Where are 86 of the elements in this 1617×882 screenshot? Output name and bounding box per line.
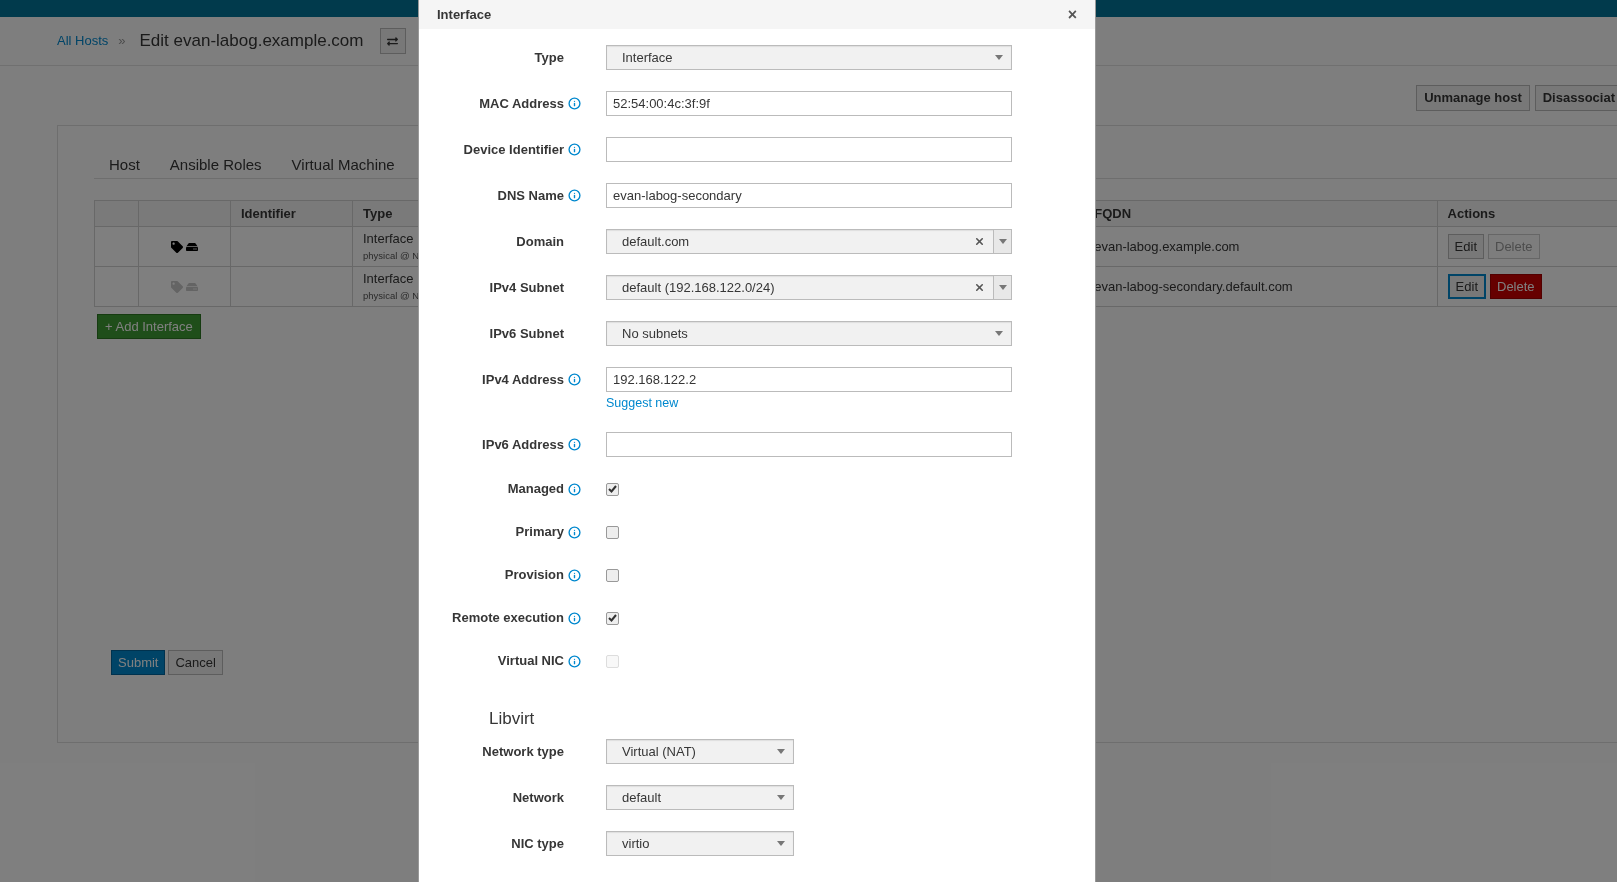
table-cell: evan-labog-secondary.default.com bbox=[1094, 278, 1293, 294]
field-label: Primary bbox=[515, 523, 564, 542]
checkbox[interactable] bbox=[606, 611, 619, 625]
field-label: NIC type bbox=[511, 834, 564, 853]
select-field[interactable]: default (192.168.122.0/24) bbox=[606, 275, 1012, 300]
info-icon[interactable] bbox=[568, 438, 581, 451]
clear-icon[interactable] bbox=[974, 236, 985, 247]
field-label: IPv4 Subnet bbox=[489, 278, 564, 297]
info-icon[interactable] bbox=[568, 525, 581, 539]
info-icon[interactable] bbox=[568, 373, 581, 386]
field-label: Type bbox=[534, 48, 564, 67]
text-field[interactable]: 52:54:00:4c:3f:9f bbox=[606, 91, 1012, 116]
tab[interactable]: Virtual Machine bbox=[291, 152, 395, 179]
text-field[interactable] bbox=[606, 137, 1012, 162]
table-cell: evan-labog.example.com bbox=[1094, 238, 1240, 254]
form-button[interactable]: Cancel bbox=[168, 650, 223, 675]
edit-button[interactable]: Edit bbox=[1447, 274, 1486, 299]
field-label: MAC Address bbox=[479, 94, 564, 113]
select-field[interactable]: virtio bbox=[606, 831, 794, 856]
caret-icon bbox=[777, 841, 785, 846]
caret-icon bbox=[777, 795, 785, 800]
checkbox[interactable] bbox=[606, 525, 619, 539]
text-field[interactable]: evan-labog-secondary bbox=[606, 183, 1012, 208]
info-icon[interactable] bbox=[568, 568, 581, 582]
hard-drive-icon bbox=[186, 240, 199, 253]
type-detail: physical @ N bbox=[363, 289, 419, 303]
field-label: Device Identifier bbox=[463, 140, 564, 159]
delete-button[interactable]: Delete bbox=[1490, 274, 1542, 299]
field-label: Provision bbox=[504, 566, 564, 585]
hard-drive-icon bbox=[186, 280, 199, 293]
select-field[interactable]: No subnets bbox=[606, 321, 1012, 346]
tag-icon bbox=[171, 280, 184, 293]
tab[interactable]: Host bbox=[109, 152, 140, 179]
info-icon[interactable] bbox=[568, 143, 581, 156]
checkmark-icon bbox=[608, 614, 617, 622]
checkbox[interactable] bbox=[606, 568, 619, 582]
text-field[interactable]: 192.168.122.2 bbox=[606, 367, 1012, 392]
edit-button[interactable]: Edit bbox=[1447, 234, 1484, 259]
switch-button[interactable] bbox=[379, 28, 406, 54]
clear-icon[interactable] bbox=[974, 282, 985, 293]
info-icon[interactable] bbox=[568, 611, 581, 625]
table-cell-text: Interface bbox=[363, 271, 415, 287]
breadcrumb-separator: » bbox=[118, 32, 126, 51]
column-header: Actions bbox=[1447, 205, 1496, 221]
info-icon[interactable] bbox=[568, 482, 581, 496]
select-field[interactable]: Virtual (NAT) bbox=[606, 739, 794, 764]
type-detail: physical @ N bbox=[363, 249, 419, 263]
field-label: IPv6 Subnet bbox=[489, 324, 564, 343]
suggest-link[interactable]: Suggest new bbox=[606, 395, 679, 411]
field-label: IPv4 Address bbox=[482, 370, 564, 389]
checkmark-icon bbox=[608, 485, 617, 493]
field-label: IPv6 Address bbox=[482, 435, 564, 454]
caret-icon bbox=[998, 239, 1007, 244]
field-label: Network type bbox=[482, 742, 564, 761]
caret-icon bbox=[995, 55, 1003, 60]
field-label: Domain bbox=[516, 232, 564, 251]
table-cell-text: Interface bbox=[363, 231, 415, 247]
section-heading: Libvirt bbox=[489, 708, 536, 730]
text-field[interactable] bbox=[606, 432, 1012, 457]
field-label: Managed bbox=[507, 480, 564, 499]
select-field[interactable]: default bbox=[606, 785, 794, 810]
tab[interactable]: Ansible Roles bbox=[169, 152, 262, 179]
select-field[interactable]: Interface bbox=[606, 45, 1012, 70]
host-action-button[interactable]: Disassociat bbox=[1534, 85, 1617, 111]
tag-icon bbox=[171, 240, 184, 253]
caret-icon bbox=[998, 285, 1007, 290]
caret-icon bbox=[777, 749, 785, 754]
field-label: Network bbox=[512, 788, 564, 807]
close-button[interactable]: × bbox=[1067, 6, 1077, 23]
checkbox[interactable] bbox=[606, 482, 619, 496]
info-icon[interactable] bbox=[568, 97, 581, 110]
host-action-button[interactable]: Unmanage host bbox=[1416, 85, 1530, 111]
add-interface-button[interactable]: + Add Interface bbox=[97, 314, 201, 339]
field-label: Remote execution bbox=[452, 609, 564, 628]
column-header: Identifier bbox=[240, 205, 296, 221]
field-label: DNS Name bbox=[497, 186, 564, 205]
form-button[interactable]: Submit bbox=[111, 650, 166, 675]
field-label: Virtual NIC bbox=[497, 652, 564, 671]
caret-icon bbox=[995, 331, 1003, 336]
column-header: Type bbox=[363, 205, 393, 221]
modal-title: Interface bbox=[437, 5, 492, 24]
breadcrumb-link[interactable]: All Hosts bbox=[57, 31, 109, 51]
select-field[interactable]: default.com bbox=[606, 229, 1012, 254]
info-icon[interactable] bbox=[568, 189, 581, 202]
swap-arrows-icon bbox=[387, 35, 398, 47]
page-title: Edit evan-labog.example.com bbox=[139, 30, 364, 53]
